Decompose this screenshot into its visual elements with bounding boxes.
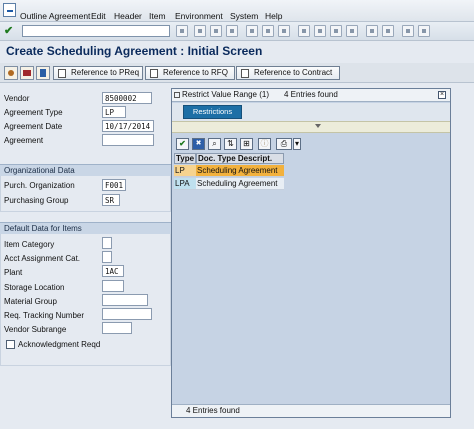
enter-check-icon[interactable]: ✔ (4, 25, 17, 38)
dialog-toolbar: ✔ ✖ ⌕ ⇅ ⊞ ⓘ ⎙ ▾ (172, 135, 450, 153)
menu-bar: Outline Agreement Edit Header Item Envir… (0, 0, 474, 22)
copy-icon[interactable] (36, 66, 50, 80)
menu-edit[interactable]: Edit (91, 11, 106, 21)
document-icon (58, 69, 66, 78)
acknowledgment-label: Acknowledgment Reqd (18, 340, 101, 349)
plant-field[interactable]: 1AC (102, 265, 124, 277)
cancel-icon[interactable] (226, 25, 238, 37)
tab-restrictions[interactable]: Restrictions (183, 105, 242, 119)
row-lpa-description[interactable]: Scheduling Agreement (196, 178, 284, 190)
purch-group-label: Purchasing Group (4, 196, 69, 205)
previous-page-icon[interactable] (314, 25, 326, 37)
column-header-description[interactable]: Doc. Type Descript. (196, 153, 284, 164)
purch-org-label: Purch. Organization (4, 181, 75, 190)
menu-outline-agreement[interactable]: Outline Agreement (20, 11, 90, 21)
menu-help[interactable]: Help (265, 11, 282, 21)
req-tracking-field[interactable] (102, 308, 152, 320)
row-lpa-type[interactable]: LPA (174, 178, 196, 190)
dialog-status-bar: 4 Entries found (172, 404, 450, 417)
back-icon[interactable] (194, 25, 206, 37)
sap-menu-icon[interactable] (3, 3, 16, 17)
button-label: Reference to Contract (254, 68, 333, 77)
acct-assignment-label: Acct Assignment Cat. (4, 254, 81, 263)
purch-org-field[interactable]: F001 (102, 179, 126, 191)
standard-toolbar: ✔ (0, 22, 474, 41)
continue-check-icon[interactable]: ✔ (176, 138, 189, 150)
org-data-section-header: Organizational Data (0, 164, 171, 176)
page-title: Create Scheduling Agreement : Initial Sc… (6, 44, 263, 58)
button-label: Reference to RFQ (163, 68, 228, 77)
vendor-label: Vendor (4, 94, 30, 103)
command-field[interactable] (22, 25, 170, 37)
find-icon[interactable]: ⌕ (208, 138, 221, 150)
sort-icon[interactable]: ⇅ (224, 138, 237, 150)
menu-environment[interactable]: Environment (175, 11, 223, 21)
print-icon[interactable]: ⎙ (276, 138, 292, 150)
restrictions-expander-bar[interactable] (172, 121, 450, 133)
find-icon[interactable] (262, 25, 274, 37)
row-lp-type[interactable]: LP (174, 165, 196, 177)
agreement-field[interactable] (102, 134, 154, 146)
info-icon[interactable]: ⓘ (258, 138, 271, 150)
acknowledgment-checkbox[interactable] (6, 340, 15, 349)
restrict-value-range-dialog: Restrict Value Range (1) 4 Entries found… (171, 88, 451, 418)
print-icon[interactable] (246, 25, 258, 37)
dialog-title-entries: 4 Entries found (284, 90, 338, 99)
reference-to-contract-button[interactable]: Reference to Contract (236, 66, 340, 80)
vendor-search-icon[interactable] (4, 66, 18, 80)
req-tracking-label: Req. Tracking Number (4, 311, 85, 320)
close-icon[interactable]: × (438, 91, 446, 99)
default-data-section-header: Default Data for Items (0, 222, 171, 234)
application-toolbar: Reference to PReq Reference to RFQ Refer… (0, 63, 474, 83)
last-page-icon[interactable] (346, 25, 358, 37)
material-group-field[interactable] (102, 294, 148, 306)
agreement-type-label: Agreement Type (4, 108, 63, 117)
menu-system[interactable]: System (230, 11, 258, 21)
cancel-x-icon[interactable]: ✖ (192, 138, 205, 150)
purch-group-field[interactable]: SR (102, 194, 120, 206)
item-category-field[interactable] (102, 237, 112, 249)
exit-icon[interactable] (210, 25, 222, 37)
save-icon[interactable] (176, 25, 188, 37)
menu-item[interactable]: Item (149, 11, 166, 21)
vendor-field[interactable]: 8500002 (102, 92, 152, 104)
acct-assignment-field[interactable] (102, 251, 112, 263)
first-page-icon[interactable] (298, 25, 310, 37)
storage-location-label: Storage Location (4, 283, 65, 292)
document-overview-icon[interactable] (20, 66, 34, 80)
expand-arrow-icon[interactable] (315, 124, 321, 128)
item-category-label: Item Category (4, 240, 55, 249)
material-group-label: Material Group (4, 297, 57, 306)
reference-to-preq-button[interactable]: Reference to PReq (53, 66, 143, 80)
new-session-icon[interactable] (366, 25, 378, 37)
plant-label: Plant (4, 268, 23, 277)
dropdown-arrow-icon[interactable]: ▾ (293, 138, 301, 150)
storage-location-field[interactable] (102, 280, 124, 292)
find-next-icon[interactable] (278, 25, 290, 37)
dialog-titlebar: Restrict Value Range (1) 4 Entries found… (172, 89, 450, 102)
vendor-subrange-label: Vendor Subrange (4, 325, 67, 334)
agreement-date-label: Agreement Date (4, 122, 63, 131)
vendor-subrange-field[interactable] (102, 322, 132, 334)
document-icon (150, 69, 158, 78)
menu-header[interactable]: Header (114, 11, 142, 21)
next-page-icon[interactable] (330, 25, 342, 37)
document-icon (241, 69, 249, 78)
agreement-label: Agreement (4, 136, 44, 145)
row-lp-description[interactable]: Scheduling Agreement (196, 165, 284, 177)
dialog-title: Restrict Value Range (1) (182, 90, 269, 99)
shortcut-icon[interactable] (382, 25, 394, 37)
agreement-type-field[interactable]: LP (102, 106, 126, 118)
help-icon[interactable] (402, 25, 414, 37)
column-header-type[interactable]: Type (174, 153, 196, 164)
dialog-icon (174, 92, 180, 98)
button-label: Reference to PReq (71, 68, 140, 77)
filter-icon[interactable]: ⊞ (240, 138, 253, 150)
agreement-date-field[interactable]: 10/17/2014 (102, 120, 154, 132)
layout-icon[interactable] (418, 25, 430, 37)
reference-to-rfq-button[interactable]: Reference to RFQ (145, 66, 235, 80)
